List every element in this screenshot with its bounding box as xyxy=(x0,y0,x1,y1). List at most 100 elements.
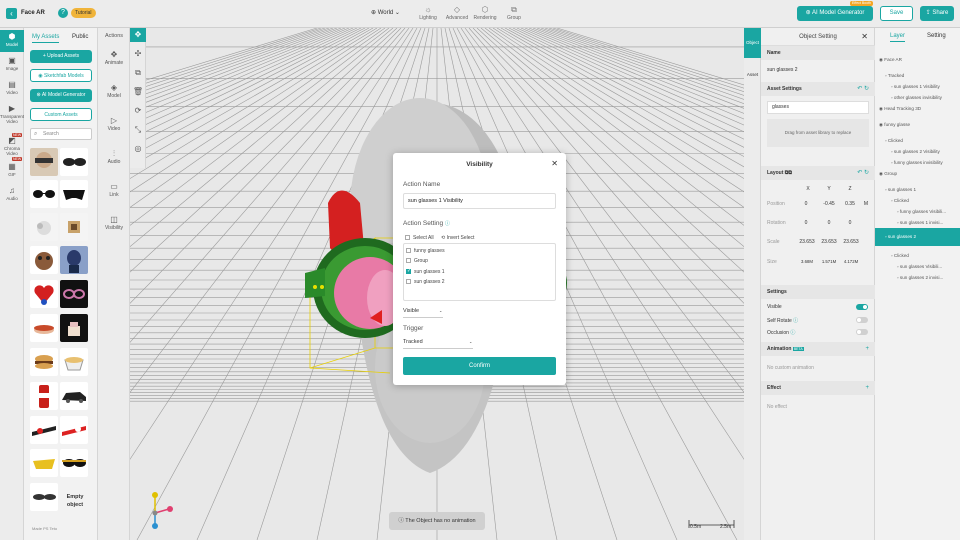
focus-tool[interactable]: ◎ xyxy=(130,142,146,156)
move-tool[interactable]: ✥ xyxy=(130,28,146,42)
scale-x[interactable]: 23.653 xyxy=(797,239,817,245)
tab-layer[interactable]: Layer xyxy=(890,33,906,42)
asset-thumbnail[interactable] xyxy=(60,180,88,208)
asset-search-input[interactable]: ⌕ Search xyxy=(30,128,92,140)
asset-thumbnail[interactable] xyxy=(30,280,58,308)
asset-thumbnail[interactable] xyxy=(30,483,58,511)
tutorial-button[interactable]: Tutorial xyxy=(71,8,96,18)
asset-thumbnail[interactable] xyxy=(30,449,58,477)
asset-thumbnail[interactable] xyxy=(60,382,88,410)
rotation-y[interactable]: 0 xyxy=(820,220,838,226)
asset-thumbnail[interactable] xyxy=(60,246,88,274)
asset-thumbnail[interactable] xyxy=(60,148,88,176)
upload-assets-button[interactable]: + Upload Assets xyxy=(30,50,92,63)
rail-item-image[interactable]: ▣ Image xyxy=(0,56,24,71)
rotation-z[interactable]: 0 xyxy=(841,220,859,226)
add-animation-button[interactable]: + xyxy=(865,342,869,356)
name-field[interactable]: sun glasses 2 xyxy=(767,67,798,73)
asset-thumbnail[interactable] xyxy=(30,382,58,410)
rendering-button[interactable]: ⬡ Rendering xyxy=(472,5,498,21)
position-y[interactable]: -0.45 xyxy=(820,201,838,207)
confirm-button[interactable]: Confirm xyxy=(403,357,556,375)
layer-item[interactable]: ▫ Clicked xyxy=(875,195,960,206)
invert-select-button[interactable]: ⟲ Invert Select xyxy=(441,235,474,241)
asset-thumbnail[interactable] xyxy=(30,416,58,444)
asset-thumbnail[interactable] xyxy=(60,213,88,241)
delete-tool[interactable]: 🗑 xyxy=(130,85,146,99)
translate-tool[interactable]: ✣ xyxy=(130,47,146,61)
scale-z[interactable]: 23.653 xyxy=(841,239,861,245)
rail-item-video[interactable]: ▤ Video xyxy=(0,80,24,95)
group-button[interactable]: ⧉ Group xyxy=(501,5,527,21)
sketchfab-models-button[interactable]: ◉ Sketchfab Models xyxy=(30,69,92,82)
rail-item-chroma-video[interactable]: ◩ Chroma Video xyxy=(0,136,24,156)
advanced-button[interactable]: ◇ Advanced xyxy=(444,5,470,21)
rail-item-audio[interactable]: ♫ Audio xyxy=(0,186,24,201)
action-model[interactable]: ◈ Model xyxy=(98,83,130,99)
tab-public[interactable]: Public xyxy=(72,34,88,40)
trigger-select[interactable]: Tracked ⌄ xyxy=(403,336,473,348)
world-dropdown[interactable]: ⊕ World ⌄ xyxy=(371,9,400,16)
asset-thumbnail[interactable] xyxy=(30,180,58,208)
select-all-checkbox[interactable]: Select All xyxy=(405,235,434,241)
scale-tool[interactable]: ⤡ xyxy=(130,123,146,137)
asset-thumbnail[interactable] xyxy=(60,449,88,477)
tab-my-assets[interactable]: My Assets xyxy=(32,34,60,43)
layer-item[interactable]: ▫ sun glasses 1 xyxy=(875,184,960,195)
layer-item[interactable]: ▫ sun glasses 2 invisi... xyxy=(875,272,960,283)
scale-y[interactable]: 23.653 xyxy=(819,239,839,245)
rail-item-gif[interactable]: ▦ GIF xyxy=(0,162,24,177)
self-rotate-toggle[interactable] xyxy=(856,317,868,323)
layer-item[interactable]: ▫ Tracked xyxy=(875,70,960,81)
option-funny-glasses[interactable]: funny glasses xyxy=(406,248,445,254)
layer-item[interactable]: ▫ Clicked xyxy=(875,135,960,146)
ai-model-generator-asset-button[interactable]: ⊛ AI Model Generator xyxy=(30,89,92,102)
empty-object-item[interactable]: Empty object xyxy=(62,493,88,509)
layer-item[interactable]: ▫ sun glasses Visibili... xyxy=(875,261,960,272)
asset-thumbnail[interactable] xyxy=(30,348,58,376)
tab-asset[interactable]: Asset xyxy=(744,60,761,90)
visible-select[interactable]: Visible ⌄ xyxy=(403,305,443,317)
option-sun-glasses-2[interactable]: sun glasses 2 xyxy=(406,279,445,285)
visible-toggle[interactable] xyxy=(856,304,868,310)
layer-item[interactable]: ◉ Group xyxy=(875,168,960,179)
asset-drop-zone[interactable]: Drag from asset library to replace xyxy=(767,119,869,147)
layer-item[interactable]: ◉ funny glasse xyxy=(875,119,960,130)
layer-item[interactable]: ▫ sun glasses 1 invisi... xyxy=(875,217,960,228)
asset-thumbnail[interactable] xyxy=(30,213,58,241)
asset-thumbnail[interactable] xyxy=(60,314,88,342)
share-button[interactable]: ⇪ Share xyxy=(920,6,954,21)
ai-model-generator-button[interactable]: ⊛ AI Model Generator Effect Booth xyxy=(797,1,873,21)
lighting-button[interactable]: ☼ Lighting xyxy=(415,5,441,21)
tab-object[interactable]: Object xyxy=(744,28,761,58)
reset-icon[interactable]: ↶ ↻ xyxy=(857,82,869,96)
asset-thumbnail[interactable] xyxy=(30,148,58,176)
action-visibility[interactable]: ◫ Visibility xyxy=(98,215,130,231)
help-button[interactable]: ? xyxy=(58,8,68,18)
layer-item[interactable]: ▫ funny glasses Visibili... xyxy=(875,206,960,217)
layer-item[interactable]: ▫ sun glasses 2 xyxy=(875,228,960,246)
custom-assets-button[interactable]: Custom Assets xyxy=(30,108,92,121)
action-link[interactable]: ▭ Link xyxy=(98,182,130,198)
copy-tool[interactable]: ⧉ xyxy=(130,66,146,80)
layer-item[interactable]: ▫ Clicked xyxy=(875,250,960,261)
back-button[interactable]: ‹ xyxy=(6,8,17,19)
asset-thumbnail[interactable] xyxy=(60,348,88,376)
occlusion-toggle[interactable] xyxy=(856,329,868,335)
layer-item[interactable]: ▫ sun glasses 1 Visibility xyxy=(875,81,960,92)
action-name-input[interactable]: sun glasses 1 Visibility xyxy=(403,193,556,209)
option-group[interactable]: Group xyxy=(406,258,428,264)
rail-item-transparent-video[interactable]: ▶ Transparent Video xyxy=(0,104,24,124)
action-audio[interactable]: ⫶ Audio xyxy=(98,149,130,165)
layer-item[interactable]: ▫ funny glasses invisibility xyxy=(875,157,960,168)
asset-thumbnail[interactable] xyxy=(30,246,58,274)
rotation-x[interactable]: 0 xyxy=(797,220,815,226)
action-animate[interactable]: ✥ Animate xyxy=(98,50,130,66)
asset-thumbnail[interactable] xyxy=(30,314,58,342)
close-icon[interactable]: ✕ xyxy=(551,159,558,168)
asset-thumbnail[interactable] xyxy=(60,416,88,444)
option-sun-glasses-1[interactable]: sun glasses 1 xyxy=(406,268,445,275)
position-x[interactable]: 0 xyxy=(797,201,815,207)
layer-item[interactable]: ▫ other glasses invisibility xyxy=(875,92,960,103)
tab-setting[interactable]: Setting xyxy=(927,33,946,39)
